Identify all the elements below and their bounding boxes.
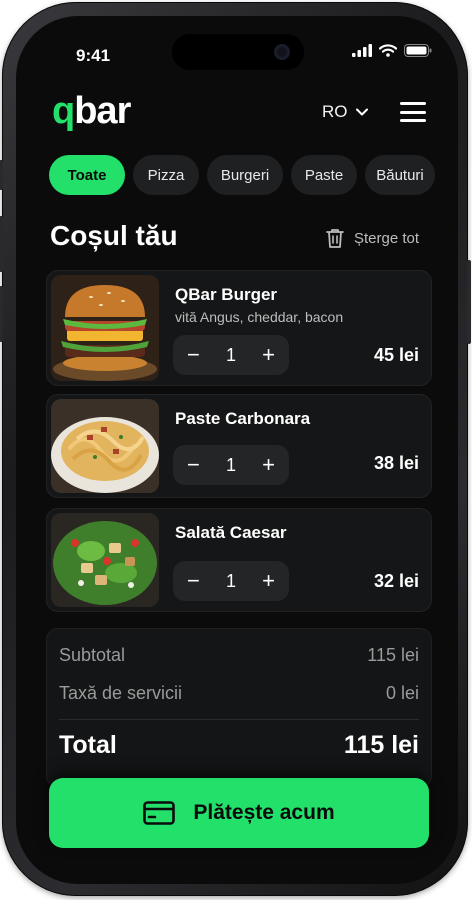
chip-burgeri[interactable]: Burgeri — [207, 155, 283, 195]
quantity-value: 1 — [225, 570, 236, 591]
language-selector[interactable]: RO — [322, 102, 368, 122]
order-summary: Subtotal 115 lei Taxă de servicii 0 lei … — [46, 628, 432, 788]
pay-now-button[interactable]: Plătește acum — [49, 778, 429, 848]
salad-photo — [51, 513, 159, 607]
subtotal-label: Subtotal — [59, 645, 126, 665]
wifi-icon — [379, 44, 397, 57]
minus-icon[interactable]: − — [187, 454, 200, 476]
plus-icon[interactable]: + — [262, 570, 275, 592]
service-fee-row: Taxă de servicii 0 lei — [59, 683, 419, 704]
cart-item-pasta: Paste Carbonara − 1 + 38 lei — [46, 394, 432, 498]
item-price: 45 lei — [373, 345, 419, 365]
item-name: Paste Carbonara — [175, 409, 311, 428]
page-title: Coșul tău — [50, 220, 178, 251]
total-value: 115 lei — [343, 731, 419, 759]
minus-icon[interactable]: − — [187, 344, 200, 366]
chip-toate[interactable]: Toate — [49, 155, 125, 195]
chevron-down-icon — [355, 108, 368, 116]
volume-down-button — [0, 286, 3, 342]
hamburger-menu-icon[interactable] — [400, 102, 426, 122]
service-fee-value: 0 lei — [385, 683, 419, 703]
battery-icon — [404, 44, 432, 57]
item-price: 38 lei — [373, 453, 419, 473]
quantity-stepper: − 1 + — [173, 445, 289, 485]
status-icons — [352, 44, 432, 57]
quantity-stepper: − 1 + — [173, 335, 289, 375]
item-description: vită Angus, cheddar, bacon — [175, 309, 344, 325]
category-chips: Toate Pizza Burgeri Paste Băuturi — [49, 155, 435, 195]
logo-text: bar — [74, 90, 131, 132]
clear-all-button[interactable]: Șterge tot — [326, 228, 419, 249]
phone-frame: 9:41 qbar RO Toate Pizza Burgeri Paste B… — [0, 2, 471, 896]
summary-divider — [59, 719, 419, 720]
clear-all-label: Șterge tot — [354, 230, 420, 247]
power-button — [467, 260, 471, 344]
qbar-logo[interactable]: qbar — [52, 90, 131, 133]
card-icon — [143, 801, 176, 825]
total-label: Total — [59, 731, 117, 759]
quantity-value: 1 — [225, 454, 236, 475]
quantity-stepper: − 1 + — [173, 561, 289, 601]
item-name: QBar Burger — [175, 285, 278, 304]
status-time: 9:41 — [76, 46, 111, 65]
chip-paste[interactable]: Paste — [291, 155, 357, 195]
plus-icon[interactable]: + — [262, 454, 275, 476]
cart-item-salad: Salată Caesar − 1 + 32 lei — [46, 508, 432, 612]
cart-item-burger: QBar Burger vită Angus, cheddar, bacon −… — [46, 270, 432, 386]
chip-pizza[interactable]: Pizza — [133, 155, 199, 195]
action-button — [0, 160, 3, 190]
item-name: Salată Caesar — [175, 523, 287, 542]
item-price: 32 lei — [373, 571, 419, 591]
total-row: Total 115 lei — [59, 731, 419, 760]
subtotal-value: 115 lei — [367, 645, 419, 665]
burger-photo — [51, 275, 159, 381]
signal-icon — [352, 44, 372, 57]
subtotal-row: Subtotal 115 lei — [59, 645, 419, 666]
logo-q: q — [52, 90, 75, 132]
chip-bauturi[interactable]: Băuturi — [365, 155, 435, 195]
dynamic-island — [172, 34, 304, 70]
app-screen: 9:41 qbar RO Toate Pizza Burgeri Paste B… — [16, 16, 458, 884]
camera-icon — [274, 44, 290, 60]
pasta-photo — [51, 399, 159, 493]
service-fee-label: Taxă de servicii — [59, 683, 183, 703]
quantity-value: 1 — [225, 344, 236, 365]
minus-icon[interactable]: − — [187, 570, 200, 592]
language-label: RO — [322, 102, 348, 121]
trash-icon — [326, 229, 344, 248]
pay-now-label: Plătește acum — [193, 801, 335, 824]
volume-up-button — [0, 216, 3, 272]
plus-icon[interactable]: + — [262, 344, 275, 366]
